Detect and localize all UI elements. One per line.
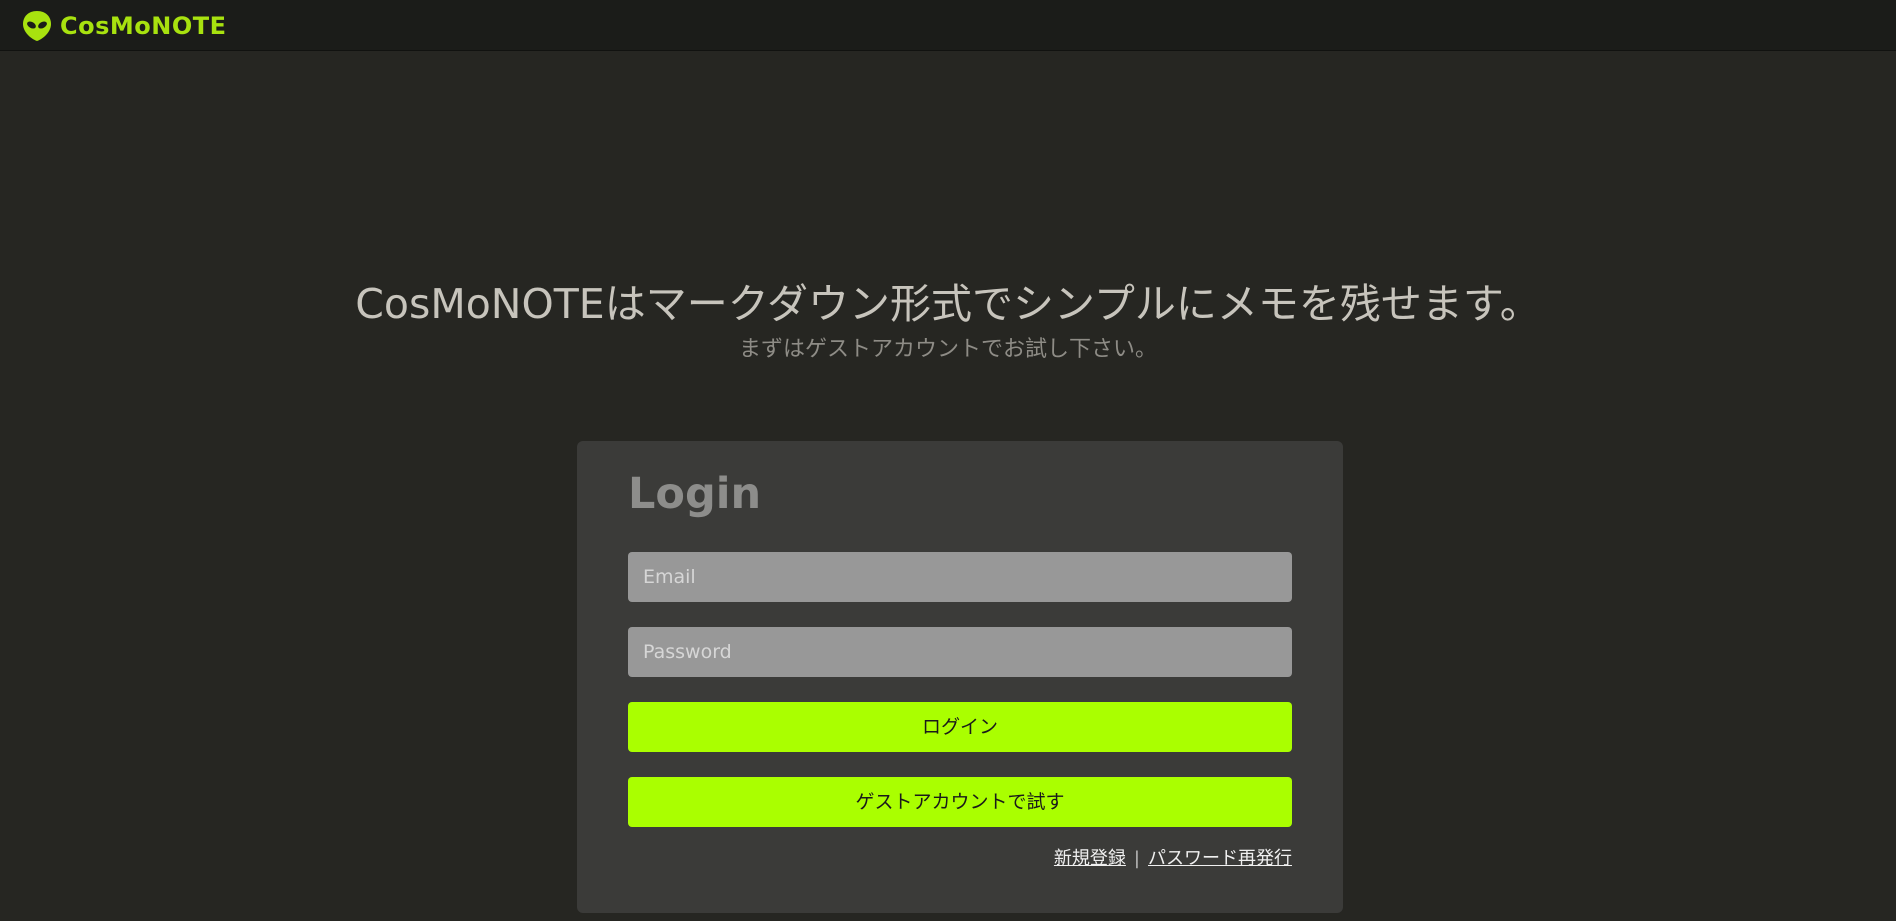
login-title: Login xyxy=(628,469,762,519)
login-card: Login ログイン ゲストアカウントで試す 新規登録 | パスワード再発行 xyxy=(577,441,1343,913)
email-input[interactable] xyxy=(628,552,1292,602)
guest-login-button[interactable]: ゲストアカウントで試す xyxy=(628,777,1292,827)
login-button[interactable]: ログイン xyxy=(628,702,1292,752)
brand-logo[interactable]: CosMoNOTE xyxy=(22,10,227,42)
hero-subtitle: まずはゲストアカウントでお試し下さい。 xyxy=(738,337,1157,362)
hero-title: CosMoNOTEはマークダウン形式でシンプルにメモを残せます。 xyxy=(355,280,1541,328)
top-navbar: CosMoNOTE xyxy=(0,0,1896,51)
register-link[interactable]: 新規登録 xyxy=(1054,848,1126,869)
link-separator: | xyxy=(1133,848,1140,869)
password-reset-link[interactable]: パスワード再発行 xyxy=(1148,848,1292,869)
auth-links: 新規登録 | パスワード再発行 xyxy=(1054,844,1292,870)
password-input[interactable] xyxy=(628,627,1292,677)
alien-head-icon xyxy=(23,11,51,41)
brand-name: CosMoNOTE xyxy=(60,12,227,40)
